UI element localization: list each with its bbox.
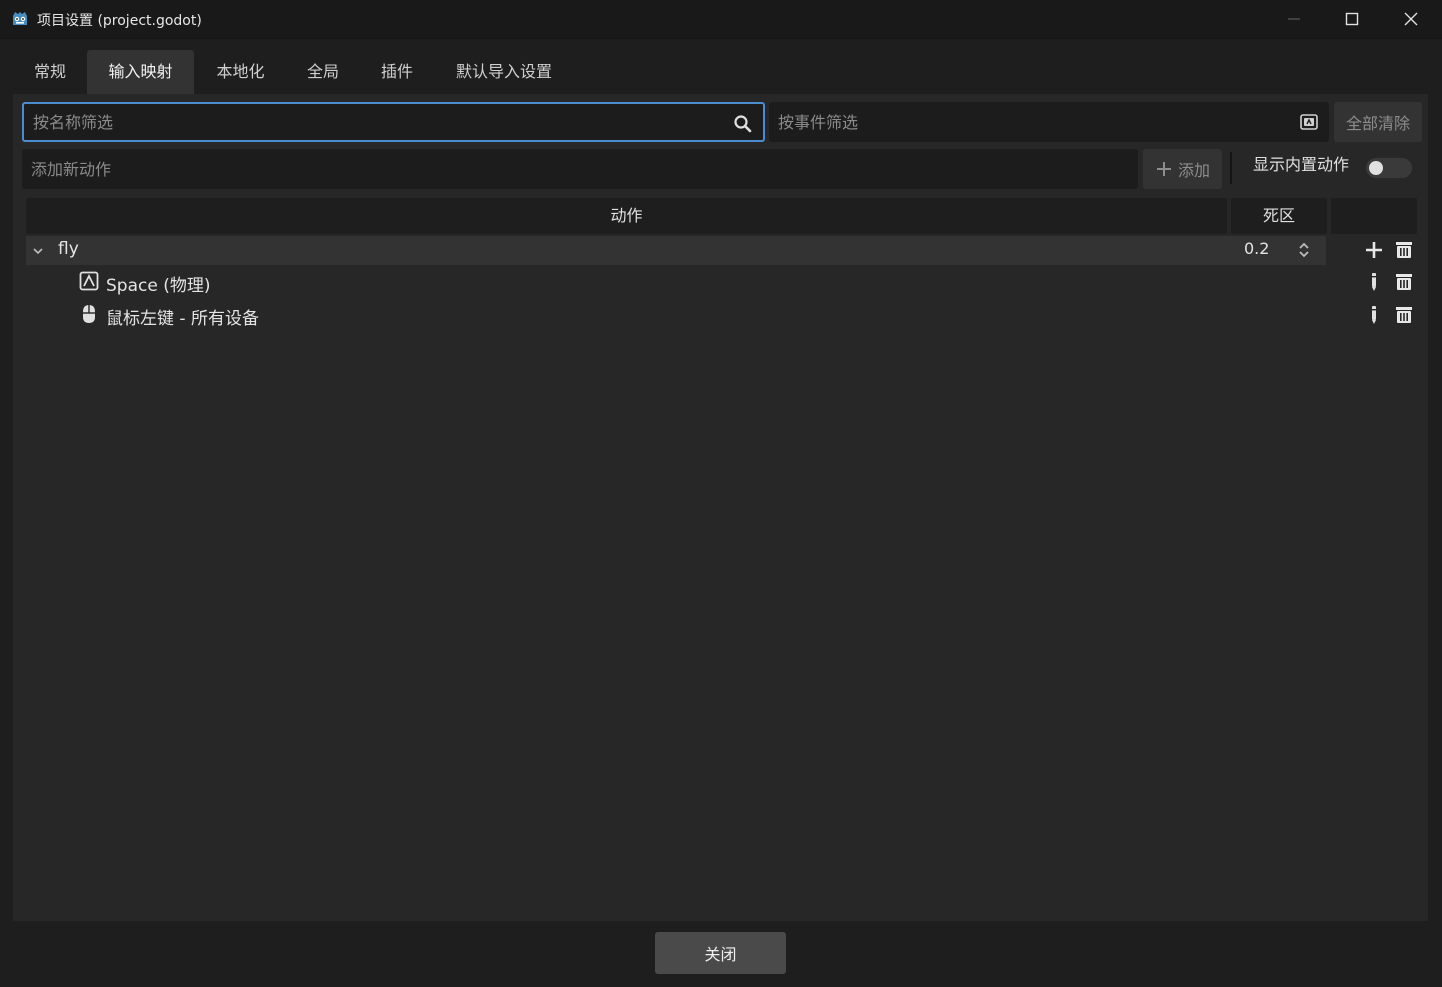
delete-event-icon[interactable] bbox=[1393, 304, 1415, 326]
event-filter-input[interactable] bbox=[769, 102, 1329, 142]
add-action-label: 添加 bbox=[1177, 161, 1210, 180]
deadzone-value[interactable]: 0.2 bbox=[1244, 239, 1269, 258]
action-row[interactable] bbox=[26, 236, 1326, 265]
minimize-button[interactable] bbox=[1265, 0, 1323, 38]
add-action-button[interactable]: 添加 bbox=[1143, 149, 1222, 189]
tab-plugins[interactable]: 插件 bbox=[359, 50, 435, 94]
event-filter-field bbox=[769, 102, 1329, 142]
tab-general[interactable]: 常规 bbox=[13, 50, 87, 94]
minimize-icon bbox=[1288, 18, 1300, 20]
tab-input-map[interactable]: 输入映射 bbox=[87, 50, 194, 94]
tab-localization[interactable]: 本地化 bbox=[194, 50, 287, 94]
listen-event-icon[interactable] bbox=[1299, 112, 1319, 132]
maximize-icon bbox=[1345, 12, 1359, 26]
close-button[interactable]: 关闭 bbox=[655, 932, 786, 974]
action-name: fly bbox=[58, 239, 79, 259]
column-header-deadzone[interactable]: 死区 bbox=[1231, 198, 1327, 234]
event-label: Space (物理) bbox=[106, 276, 211, 296]
name-filter-input[interactable] bbox=[24, 104, 763, 140]
delete-event-icon[interactable] bbox=[1393, 271, 1415, 293]
edit-event-icon[interactable] bbox=[1363, 271, 1385, 293]
name-filter-field bbox=[22, 102, 765, 142]
mouse-icon bbox=[83, 305, 95, 323]
new-action-field bbox=[22, 149, 1138, 189]
chevron-down-icon[interactable] bbox=[27, 240, 49, 262]
new-action-input[interactable] bbox=[22, 149, 1138, 189]
delete-action-icon[interactable] bbox=[1393, 239, 1415, 261]
edit-event-icon[interactable] bbox=[1363, 304, 1385, 326]
close-window-button[interactable] bbox=[1382, 0, 1440, 38]
maximize-button[interactable] bbox=[1323, 0, 1381, 38]
add-event-icon[interactable] bbox=[1363, 239, 1385, 261]
show-builtin-toggle[interactable] bbox=[1366, 158, 1412, 178]
search-icon bbox=[734, 115, 752, 133]
event-label: 鼠标左键 - 所有设备 bbox=[106, 309, 259, 329]
tab-import-defaults[interactable]: 默认导入设置 bbox=[435, 50, 573, 94]
show-builtin-label: 显示内置动作 bbox=[1253, 155, 1350, 174]
toggle-knob bbox=[1369, 161, 1383, 175]
event-row[interactable] bbox=[26, 266, 1416, 297]
title-bar: 项目设置 (project.godot) bbox=[0, 0, 1442, 39]
plus-icon bbox=[1156, 162, 1171, 176]
godot-logo-icon bbox=[13, 12, 27, 25]
tab-globals[interactable]: 全局 bbox=[287, 50, 359, 94]
clear-all-button[interactable]: 全部清除 bbox=[1334, 102, 1422, 142]
input-map-panel: 全部清除 添加 显示内置动作 动作 死区 fly 0.2 Space (物理) bbox=[13, 94, 1428, 921]
column-header-buttons bbox=[1331, 198, 1417, 234]
spinner-arrows-icon[interactable] bbox=[1293, 239, 1315, 261]
window-title: 项目设置 (project.godot) bbox=[37, 13, 202, 29]
keyboard-icon bbox=[79, 271, 99, 291]
column-header-action[interactable]: 动作 bbox=[26, 198, 1227, 234]
toolbar-separator bbox=[1230, 152, 1232, 184]
close-icon bbox=[1404, 12, 1418, 26]
